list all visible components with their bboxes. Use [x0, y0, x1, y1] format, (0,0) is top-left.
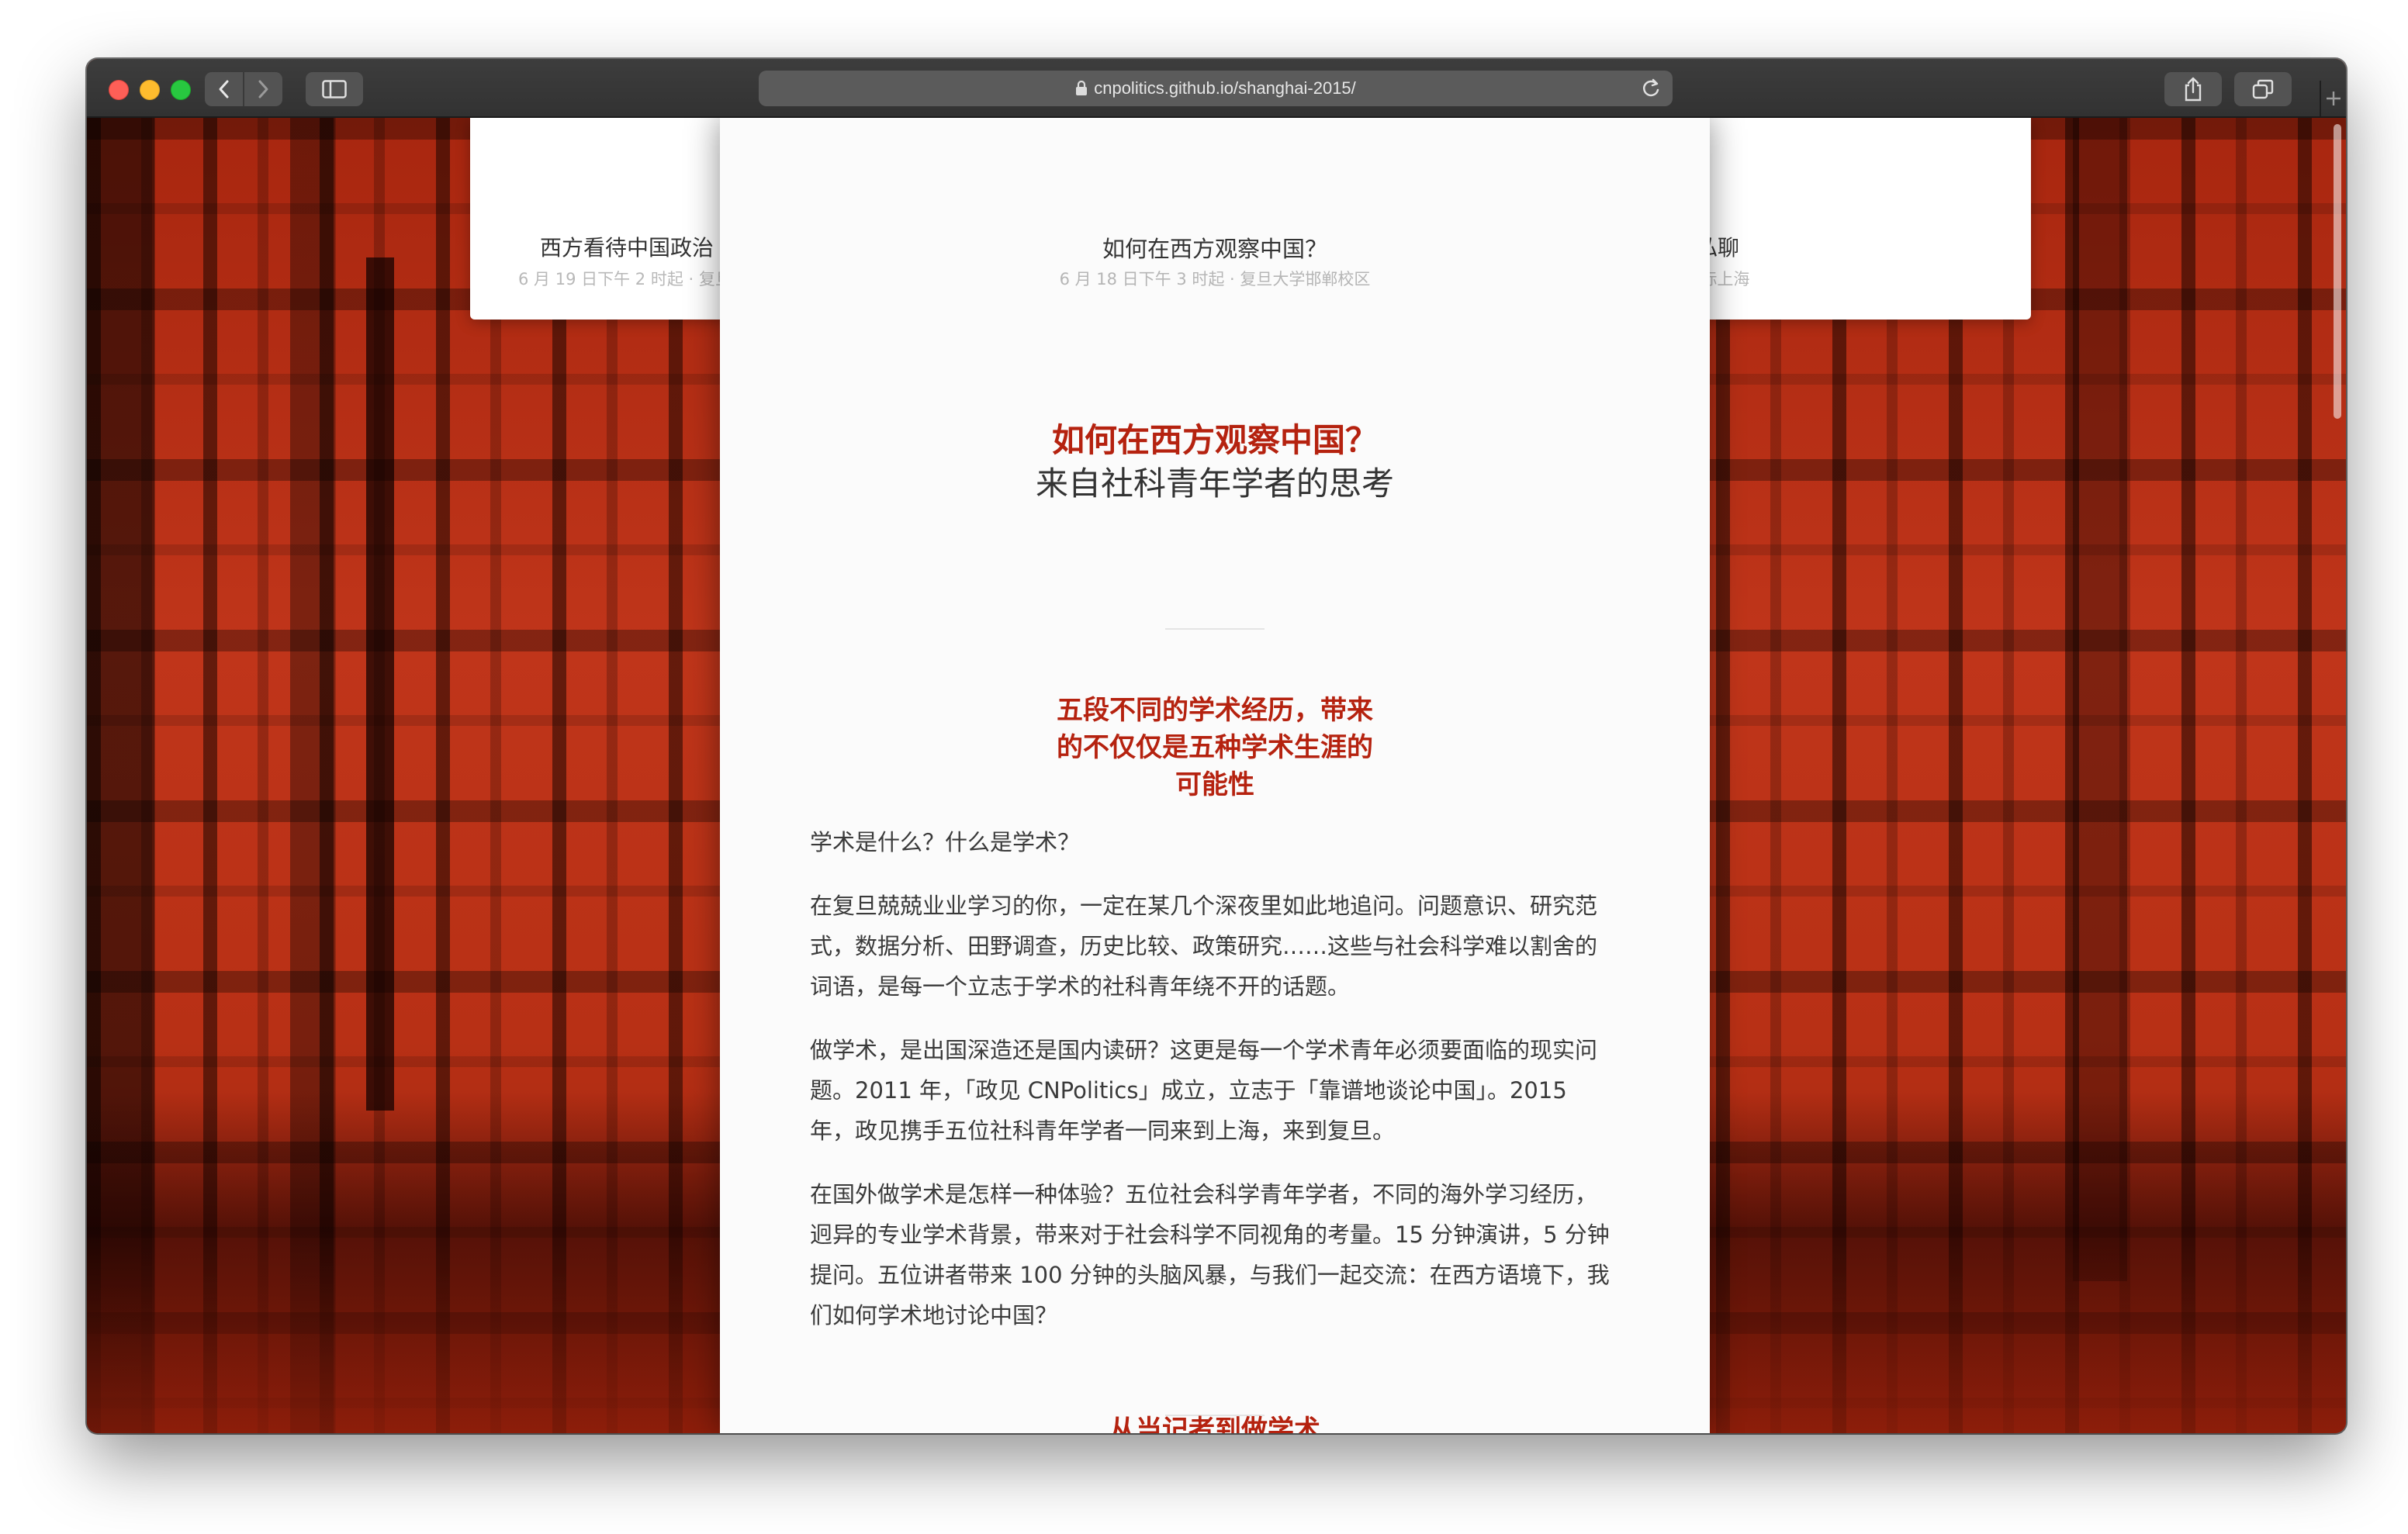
- paragraph: 学术是什么？什么是学术？: [810, 829, 1081, 855]
- event-card-title: 一私聊: [1674, 231, 2031, 262]
- sidebar-toggle-inner: [306, 72, 363, 106]
- share-button[interactable]: [2164, 72, 2222, 106]
- paragraph: 做学术，是出国深造还是国内读研？这更是每一个学术青年必须要面临的现实问题。201…: [810, 1037, 1598, 1144]
- sidebar-toggle-button[interactable]: [306, 72, 363, 106]
- show-tabs-inner: [2234, 72, 2292, 106]
- section-heading-line: 五段不同的学术经历，带来: [1057, 695, 1373, 726]
- reload-icon[interactable]: [1640, 78, 1662, 99]
- section-heading: 五段不同的学术经历，带来 的不仅仅是五种学术生涯的 可能性: [720, 692, 1710, 803]
- background-pole: [366, 257, 394, 1111]
- section-heading-line: 的不仅仅是五种学术生涯的: [1057, 732, 1373, 763]
- divider-line: [1165, 628, 1265, 630]
- event-card-right[interactable]: 一私聊 · 坐标上海: [1674, 118, 2031, 320]
- chevron-left-icon: [219, 80, 228, 98]
- lock-icon: [1076, 81, 1088, 95]
- tabs-overview-icon: [2252, 79, 2274, 99]
- page-scrollbar[interactable]: [2334, 124, 2341, 419]
- browser-window: cnpolitics.github.io/shanghai-2015/ 西方看待…: [87, 59, 2346, 1433]
- browser-toolbar: cnpolitics.github.io/shanghai-2015/: [87, 59, 2346, 118]
- plus-icon: [2327, 92, 2341, 105]
- next-section-heading: 从当记者到做学术: [1109, 1415, 1320, 1433]
- forward-button[interactable]: [244, 72, 282, 106]
- event-card-title: 如何在西方观察中国？: [1102, 236, 1327, 262]
- section-heading-line: 可能性: [1175, 769, 1254, 800]
- paragraph: 在国外做学术是怎样一种体验？五位社会科学青年学者，不同的海外学习经历，迥异的专业…: [810, 1181, 1610, 1328]
- share-icon: [2185, 77, 2202, 102]
- paragraph: 在复旦兢兢业业学习的你，一定在某几个深夜里如此地追问。问题意识、研究范式，数据分…: [810, 893, 1598, 1000]
- minimize-window-button[interactable]: [140, 80, 160, 100]
- show-tabs-button[interactable]: [2234, 72, 2292, 106]
- new-tab-button[interactable]: [2320, 81, 2346, 116]
- share-button-inner: [2164, 72, 2222, 106]
- navigation-group: [205, 72, 282, 106]
- address-bar[interactable]: cnpolitics.github.io/shanghai-2015/: [759, 71, 1673, 106]
- sidebar-icon: [322, 80, 347, 98]
- article-body: 学术是什么？什么是学术？ 在复旦兢兢业业学习的你，一定在某几个深夜里如此地追问。…: [810, 822, 1617, 1359]
- article-subheadline: 来自社科青年学者的思考: [1035, 465, 1394, 503]
- chevron-right-icon: [258, 80, 268, 98]
- article-headline: 如何在西方观察中国？: [1051, 421, 1378, 459]
- url-text: cnpolitics.github.io/shanghai-2015/: [1094, 78, 1356, 98]
- back-button[interactable]: [205, 72, 243, 106]
- zoom-window-button[interactable]: [171, 80, 191, 100]
- event-card-main: 如何在西方观察中国？ 6 月 18 日下午 3 时起 · 复旦大学邯郸校区 如何…: [720, 118, 1710, 1433]
- event-card-meta: 6 月 18 日下午 3 时起 · 复旦大学邯郸校区: [1059, 270, 1371, 288]
- event-card-meta: · 坐标上海: [1674, 270, 1750, 288]
- page-content: 西方看待中国政治 6 月 19 日下午 2 时起 · 复旦大学 一私聊 · 坐标…: [87, 118, 2346, 1433]
- close-window-button[interactable]: [109, 80, 129, 100]
